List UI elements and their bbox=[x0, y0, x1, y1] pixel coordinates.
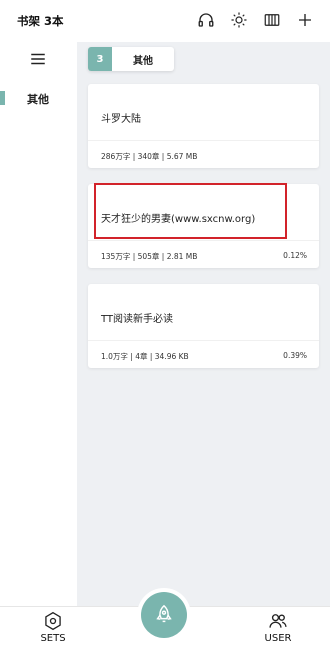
rocket-fab[interactable] bbox=[141, 592, 187, 638]
settings-hexagon-icon bbox=[45, 611, 61, 631]
divider bbox=[88, 340, 319, 341]
book-card[interactable]: TT阅读新手必读 1.0万字 | 4章 | 34.96 KB 0.39% bbox=[88, 284, 319, 368]
divider bbox=[88, 140, 319, 141]
rocket-icon bbox=[156, 604, 172, 623]
divider bbox=[88, 240, 319, 241]
user-label: USER bbox=[264, 633, 292, 644]
book-list-panel: 3 其他 斗罗大陆 286万字 | 340章 | 5.67 MB 天才狂少的男妻… bbox=[77, 42, 330, 606]
book-progress: 0.12% bbox=[283, 251, 307, 260]
bookshelf-screen: 书架 3本 其他 3 其他 斗罗大陆 286万字 | 340章 | 5.67 M… bbox=[0, 0, 330, 650]
sets-tab[interactable]: SETS bbox=[28, 611, 78, 649]
users-icon bbox=[269, 614, 287, 628]
group-sidebar: 其他 bbox=[0, 42, 77, 606]
brightness-icon[interactable] bbox=[230, 11, 248, 29]
page-title: 书架 3本 bbox=[17, 14, 64, 28]
group-tab[interactable]: 3 其他 bbox=[88, 47, 174, 71]
selected-indicator bbox=[0, 91, 5, 105]
book-title: TT阅读新手必读 bbox=[101, 314, 174, 325]
headphones-icon[interactable] bbox=[197, 11, 215, 29]
sidebar-item-other[interactable]: 其他 bbox=[0, 90, 77, 108]
book-meta: 135万字 | 505章 | 2.81 MB bbox=[101, 252, 198, 261]
book-meta: 1.0万字 | 4章 | 34.96 KB bbox=[101, 352, 189, 361]
book-title: 斗罗大陆 bbox=[101, 114, 141, 125]
menu-icon[interactable] bbox=[29, 50, 47, 68]
highlight-box bbox=[94, 183, 287, 239]
sets-label: SETS bbox=[40, 633, 66, 644]
book-meta: 286万字 | 340章 | 5.67 MB bbox=[101, 152, 198, 161]
sidebar-item-label: 其他 bbox=[27, 93, 49, 106]
top-header: 书架 3本 bbox=[0, 0, 330, 42]
book-progress: 0.39% bbox=[283, 351, 307, 360]
group-tab-label: 其他 bbox=[133, 55, 153, 67]
group-count-badge: 3 bbox=[88, 47, 112, 71]
bookshelf-icon[interactable] bbox=[263, 11, 281, 29]
book-card[interactable]: 斗罗大陆 286万字 | 340章 | 5.67 MB bbox=[88, 84, 319, 168]
user-tab[interactable]: USER bbox=[253, 611, 303, 649]
add-icon[interactable] bbox=[296, 11, 314, 29]
